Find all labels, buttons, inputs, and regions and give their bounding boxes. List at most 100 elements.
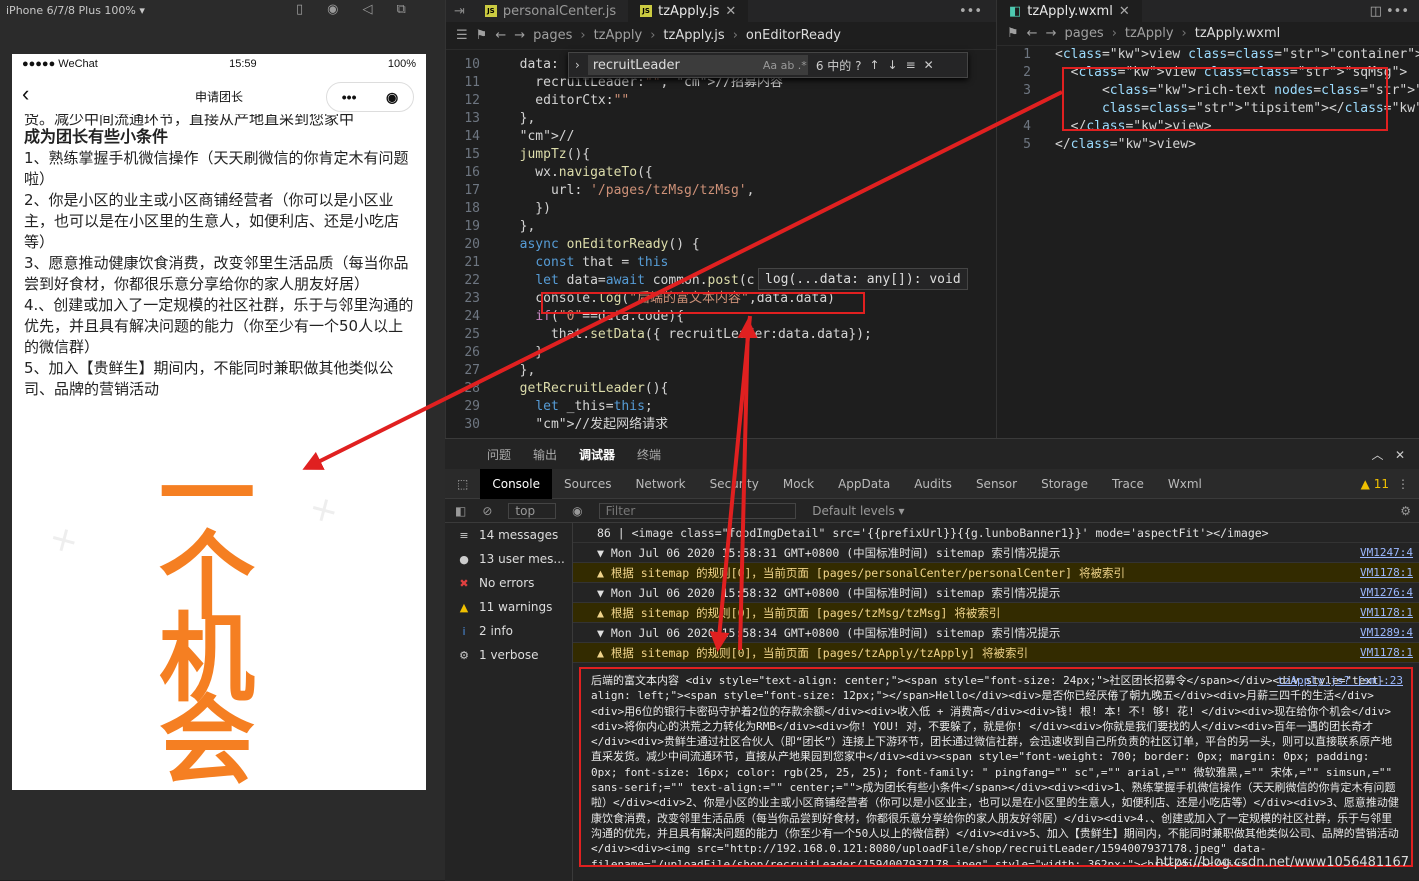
code-line[interactable]: 26 } [446,344,997,362]
breadcrumb-item[interactable]: onEditorReady [746,28,841,43]
tab-tzapply-js[interactable]: JS tzApply.js ✕ [628,0,748,22]
code-line[interactable]: 12 editorCtx:"" [446,92,997,110]
filter-input[interactable]: Filter [599,503,797,519]
code-line[interactable]: 25 that.setData({ recruitLeader:data.dat… [446,326,997,344]
code-line[interactable]: 19 }, [446,218,997,236]
tab-storage[interactable]: Storage [1029,469,1100,499]
log-source-link[interactable]: VM1247:4 [1360,543,1413,562]
code-line[interactable]: 1<class="kw">view class=class="str">"con… [997,46,1419,64]
context-select[interactable]: top [508,503,556,519]
selection-icon[interactable]: ≡ [906,58,916,72]
code-line[interactable]: 14 "cm">// [446,128,997,146]
clear-icon[interactable]: ⊘ [482,504,492,518]
code-line[interactable]: 17 url: '/pages/tzMsg/tzMsg', [446,182,997,200]
match-case-icon[interactable]: Aa ab .* [763,59,807,72]
list-icon[interactable]: ☰ [456,28,468,43]
code-line[interactable]: 18 }) [446,200,997,218]
tab-mock[interactable]: Mock [771,469,826,499]
tab-sensor[interactable]: Sensor [964,469,1029,499]
back-icon[interactable]: ← [1027,26,1038,41]
code-line[interactable]: 28 getRecruitLeader(){ [446,380,997,398]
log-source-link[interactable]: VM1289:4 [1360,623,1413,642]
log-warning-row[interactable]: ▲ 根据 sitemap 的规则[0]，当前页面 [pages/tzMsg/tz… [573,603,1419,623]
tab-output[interactable]: 输出 [533,446,557,463]
code-line[interactable]: 20 async onEditorReady() { [446,236,997,254]
device-label[interactable]: iPhone 6/7/8 Plus 100% ▾ [6,4,145,17]
tab-console[interactable]: Console [480,469,552,499]
code-line[interactable]: 2 <class="kw">view class=class="str">"sq… [997,64,1419,82]
log-source-link[interactable]: VM1276:4 [1360,583,1413,602]
arrow-down-icon[interactable]: ↓ [888,58,898,72]
code-area[interactable]: 10 data: {11 recruitLeader:"", "cm">//招募… [446,56,997,438]
code-line[interactable]: 5</class="kw">view> [997,136,1419,154]
console-filter-item[interactable]: ●13 user mes... [445,547,572,571]
log-source-link[interactable]: tzApply.js? [sm]:23 [1277,673,1403,688]
code-line[interactable]: 30 "cm">//发起网络请求 [446,416,997,434]
code-line[interactable]: 4 </class="kw">view> [997,118,1419,136]
tab-network[interactable]: Network [623,469,697,499]
log-source-link[interactable]: VM1178:1 [1360,643,1413,662]
close-icon[interactable]: ✕ [1119,4,1130,19]
menu-capsule[interactable]: ••• ◉ [326,82,414,112]
tab-wxml[interactable]: Wxml [1156,469,1214,499]
window-icon[interactable]: ⧉ [397,2,406,17]
breadcrumb-item[interactable]: pages [533,28,572,43]
tab-personal-center[interactable]: JS personalCenter.js [473,0,628,22]
breadcrumb-item[interactable]: tzApply.js [663,28,724,43]
explorer-toggle-icon[interactable]: ⇥ [446,4,473,19]
forward-icon[interactable]: → [514,28,525,43]
menu-icon[interactable]: ⋮ [1397,477,1419,491]
more-icon[interactable]: ••• [342,89,357,105]
close-icon[interactable]: ✕ [725,4,736,19]
more-icon[interactable]: ••• [959,4,996,19]
levels-select[interactable]: Default levels ▾ [812,504,904,518]
tab-sources[interactable]: Sources [552,469,623,499]
tab-trace[interactable]: Trace [1100,469,1156,499]
code-area[interactable]: 1<class="kw">view class=class="str">"con… [997,46,1419,428]
log-source-link[interactable]: VM1178:1 [1360,603,1413,622]
code-line[interactable]: class=class="str">"tipsitem"></class="kw… [997,100,1419,118]
device-selector[interactable]: iPhone 6/7/8 Plus 100% ▾ ▯ ◉ ◁ ⧉ [0,0,445,20]
back-icon[interactable]: ← [495,28,506,43]
console-filter-item[interactable]: ⚙1 verbose [445,643,572,667]
log-row[interactable]: 86 | <image class="foodImgDetail" src='{… [573,523,1419,543]
code-line[interactable]: 16 wx.navigateTo({ [446,164,997,182]
log-row[interactable]: ▼ Mon Jul 06 2020 15:58:34 GMT+0800 (中国标… [573,623,1419,643]
console-filter-item[interactable]: ✖No errors [445,571,572,595]
find-input[interactable]: recruitLeader Aa ab .* [588,55,808,75]
log-source-link[interactable]: VM1178:1 [1360,563,1413,582]
collapse-icon[interactable]: ︿ ✕ [1372,446,1419,463]
log-row[interactable]: ▼ Mon Jul 06 2020 15:58:31 GMT+0800 (中国标… [573,543,1419,563]
tab-debugger[interactable]: 调试器 [579,446,615,463]
tab-problems[interactable]: 问题 [487,446,511,463]
code-line[interactable]: 15 jumpTz(){ [446,146,997,164]
inspect-icon[interactable]: ⬚ [445,469,480,499]
tab-audits[interactable]: Audits [902,469,964,499]
back-arrow-icon[interactable]: ‹ [22,84,29,104]
code-line[interactable]: 29 let _this=this; [446,398,997,416]
breadcrumb-item[interactable]: tzApply [594,28,643,43]
phone-icon[interactable]: ▯ [296,2,303,17]
chevron-right-icon[interactable]: › [575,58,580,72]
console-filter-item[interactable]: ▲11 warnings [445,595,572,619]
close-circle-icon[interactable]: ◉ [386,89,398,106]
breadcrumb-item[interactable]: pages [1064,26,1103,41]
sidebar-toggle-icon[interactable]: ◧ [455,504,466,518]
code-line[interactable]: 23 console.log("后端的富文本内容",data.data) [446,290,997,308]
warning-icon[interactable]: ▲ 11 [1361,477,1397,491]
log-warning-row[interactable]: ▲ 根据 sitemap 的规则[0]，当前页面 [pages/tzApply/… [573,643,1419,663]
bookmark-icon[interactable]: ⚑ [476,28,488,43]
eye-icon[interactable]: ◉ [572,504,582,518]
tab-terminal[interactable]: 终端 [637,446,661,463]
tab-security[interactable]: Security [698,469,771,499]
code-line[interactable]: 3 <class="kw">rich-text nodes=class="str… [997,82,1419,100]
console-filter-item[interactable]: i2 info [445,619,572,643]
code-line[interactable]: 13 }, [446,110,997,128]
gear-icon[interactable]: ⚙ [1400,504,1419,518]
tab-appdata[interactable]: AppData [826,469,902,499]
forward-icon[interactable]: → [1046,26,1057,41]
console-filter-item[interactable]: ≡14 messages [445,523,572,547]
log-warning-row[interactable]: ▲ 根据 sitemap 的规则[0]，当前页面 [pages/personal… [573,563,1419,583]
log-row[interactable]: ▼ Mon Jul 06 2020 15:58:32 GMT+0800 (中国标… [573,583,1419,603]
split-icon[interactable]: ◫ ••• [1370,4,1419,19]
